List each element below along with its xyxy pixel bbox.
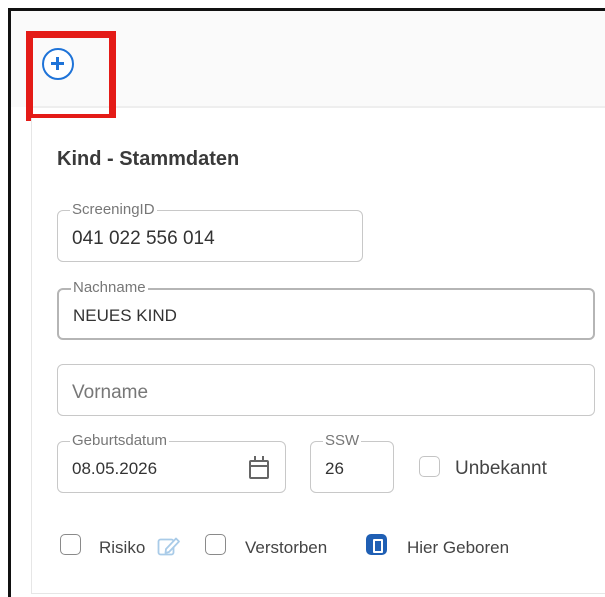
unbekannt-checkbox[interactable] (419, 456, 440, 477)
risiko-checkbox[interactable] (60, 534, 81, 555)
vorname-placeholder: Vorname (72, 382, 149, 403)
toolbar-divider (30, 106, 605, 108)
screening-id-field[interactable]: ScreeningID 041 022 556 014 (57, 202, 363, 262)
ssw-label: SSW (323, 432, 362, 449)
risiko-label: Risiko (99, 538, 146, 557)
geburtsdatum-label: Geburtsdatum (70, 432, 170, 449)
edit-icon[interactable] (157, 535, 181, 557)
geburtsdatum-field[interactable]: Geburtsdatum 08.05.2026 (57, 433, 286, 493)
verstorben-checkbox[interactable] (205, 534, 226, 555)
ssw-value: 26 (325, 459, 344, 478)
screening-id-label: ScreeningID (70, 201, 157, 218)
ssw-field[interactable]: SSW 26 (310, 433, 394, 493)
geburtsdatum-value: 08.05.2026 (72, 459, 158, 478)
highlight-box (26, 31, 116, 121)
vorname-field[interactable]: Vorname (57, 364, 595, 416)
section-title: Kind - Stammdaten (57, 148, 240, 170)
unbekannt-label: Unbekannt (455, 458, 547, 479)
nachname-value: NEUES KIND (73, 306, 177, 325)
calendar-icon[interactable] (249, 456, 269, 479)
verstorben-label: Verstorben (245, 538, 328, 557)
screening-id-value: 041 022 556 014 (72, 228, 215, 249)
hier-geboren-label: Hier Geboren (407, 538, 510, 557)
hier-geboren-checkbox[interactable] (366, 534, 387, 555)
stammdaten-card (31, 118, 605, 594)
nachname-label: Nachname (71, 279, 148, 296)
nachname-field[interactable]: Nachname NEUES KIND (57, 280, 595, 340)
